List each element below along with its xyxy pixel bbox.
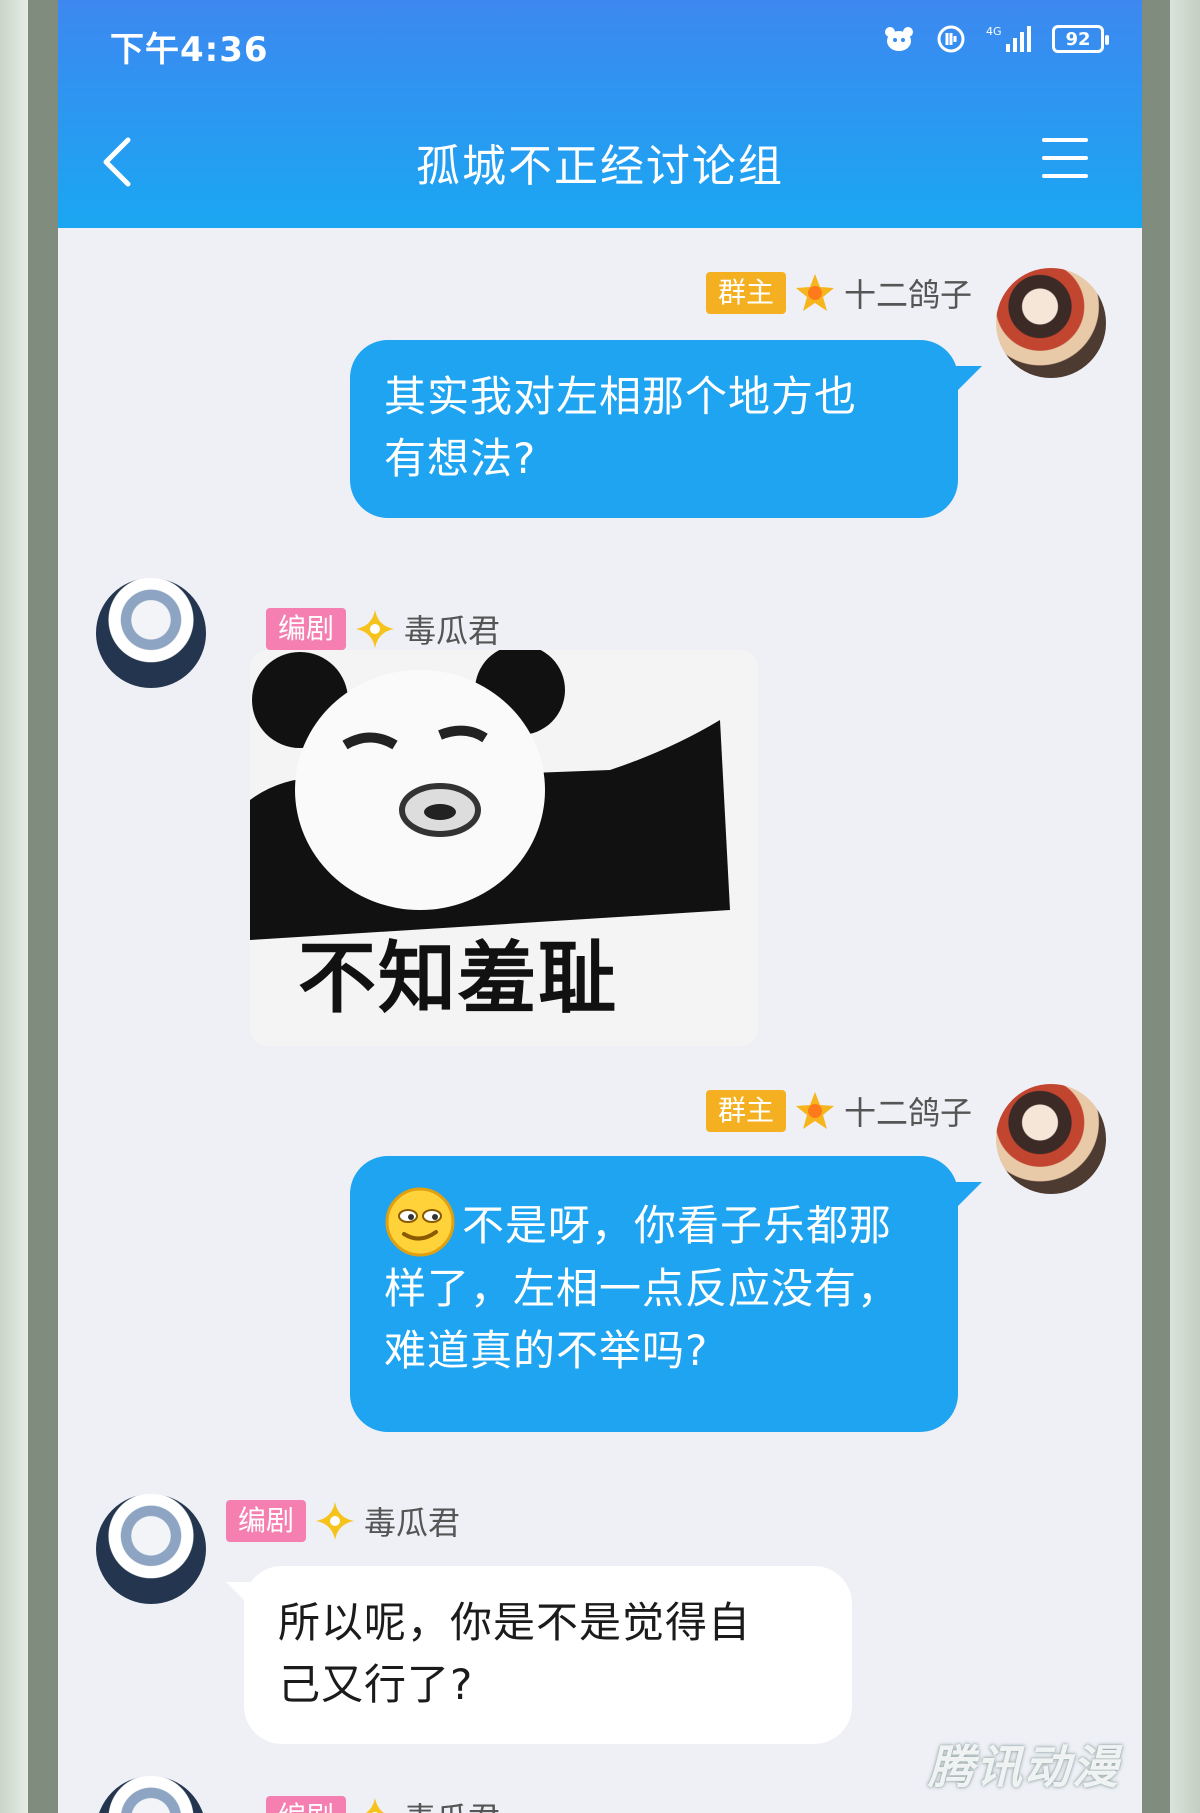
bubble-tail <box>952 366 982 396</box>
svg-text:4G: 4G <box>986 25 1002 38</box>
sparkle-icon <box>316 1502 355 1540</box>
sender-row: 编剧 毒瓜君 <box>266 606 500 652</box>
sparkle-icon <box>366 1798 384 1813</box>
status-time: 下午4:36 <box>110 30 269 70</box>
sparkle-icon <box>356 610 395 648</box>
avatar[interactable] <box>96 578 206 688</box>
message-text-line: 不是呀，你看子乐都那 <box>384 1186 924 1258</box>
hamburger-menu-icon <box>1042 138 1088 178</box>
sender-row: 群主 十二鸽子 <box>705 270 972 316</box>
sender-name: 毒瓜君 <box>404 612 501 650</box>
avatar[interactable] <box>996 1084 1106 1194</box>
owner-badge: 群主 <box>705 272 786 314</box>
message-bubble[interactable]: 其实我对左相那个地方也 有想法? <box>350 340 958 518</box>
battery-icon: 92 <box>1052 25 1109 53</box>
chat-title: 孤城不正经讨论组 <box>416 141 784 192</box>
avatar[interactable] <box>96 1776 206 1813</box>
sender-row: 编剧 毒瓜君 <box>226 1498 460 1544</box>
writer-badge: 编剧 <box>226 1500 307 1542</box>
status-icons: 4G 92 <box>882 22 1109 56</box>
writer-badge: 编剧 <box>266 608 347 650</box>
smirk-emoji-icon <box>385 1187 455 1257</box>
message-text-line: 难道真的不举吗? <box>384 1326 709 1375</box>
panda-sticker[interactable]: 不知羞耻 <box>250 650 758 1046</box>
message-text-line: 所以呢，你是不是觉得自 <box>278 1598 752 1647</box>
sender-name: 毒瓜君 <box>364 1504 461 1542</box>
bear-icon <box>882 22 916 56</box>
writer-badge: 编剧 <box>266 1796 347 1813</box>
app-header: 下午4:36 4G 92 孤城不正经讨论组 <box>58 0 1142 228</box>
message-bubble[interactable]: 不是呀，你看子乐都那 样了，左相一点反应没有， 难道真的不举吗? <box>350 1156 958 1432</box>
sticker-caption: 不知羞耻 <box>298 934 619 1024</box>
signal-icon: 4G <box>986 22 1034 56</box>
sender-name: 毒瓜君 <box>404 1794 500 1813</box>
message-text-line: 其实我对左相那个地方也 <box>384 372 858 421</box>
bubble-tail <box>952 1182 982 1212</box>
sender-row: 群主 十二鸽子 <box>705 1088 972 1134</box>
owner-badge: 群主 <box>705 1090 786 1132</box>
message-text-line: 有想法? <box>384 434 537 483</box>
sender-name: 十二鸽子 <box>843 276 972 314</box>
phone-screen: 下午4:36 4G 92 孤城不正经讨论组 群主 十二鸽子 其实我对左相那个地方… <box>58 0 1142 1813</box>
message-text-line: 己又行了? <box>278 1660 474 1709</box>
avatar[interactable] <box>96 1494 206 1604</box>
star-icon <box>795 1092 834 1129</box>
watermark-logo: 腾讯动漫 <box>928 1740 1120 1794</box>
message-text-line: 样了，左相一点反应没有， <box>384 1264 901 1313</box>
message-bubble[interactable]: 所以呢，你是不是觉得自 己又行了? <box>244 1566 852 1744</box>
nfc-icon <box>934 22 968 56</box>
sender-name: 十二鸽子 <box>843 1094 972 1132</box>
menu-button[interactable] <box>1040 136 1090 180</box>
avatar[interactable] <box>996 268 1106 378</box>
star-icon <box>795 274 834 311</box>
sender-row: 编剧 毒瓜君 <box>266 1794 500 1813</box>
